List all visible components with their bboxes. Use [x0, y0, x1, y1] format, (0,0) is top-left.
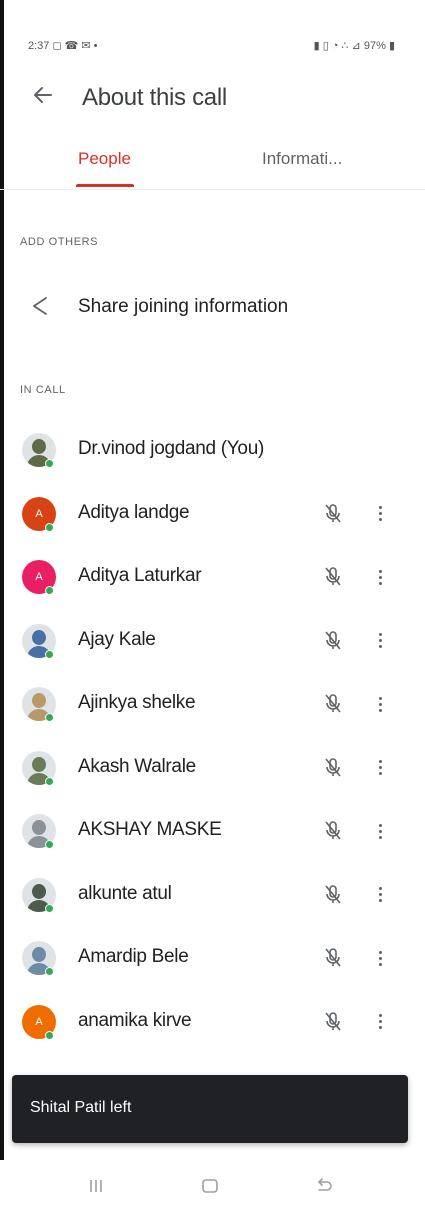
- status-right: ▮ ▯ ◔ ∴ ⊿ 97% ▮: [313, 39, 395, 52]
- participant-row[interactable]: Ajinkya shelke: [0, 678, 425, 742]
- participant-row[interactable]: Aanamika kirve: [0, 996, 425, 1060]
- section-label-add-others: ADD OTHERS: [20, 236, 99, 248]
- mic-off-icon: [322, 946, 344, 970]
- participant-row[interactable]: Dr.vinod jogdand (You): [0, 424, 425, 488]
- tab-active-indicator: [76, 184, 134, 187]
- avatar-photo-head: [32, 693, 46, 708]
- mic-off-icon: [322, 692, 344, 716]
- status-bar: 2:37 ◻ ☎ ✉ • ▮ ▯ ◔ ∴ ⊿ 97% ▮: [28, 34, 395, 56]
- presence-dot: [45, 459, 54, 468]
- more-options-icon[interactable]: [372, 629, 388, 653]
- presence-dot: [45, 1030, 54, 1040]
- presence-dot: [45, 713, 54, 722]
- snackbar-message: Shital Patil left: [30, 1099, 132, 1116]
- page-title: About this call: [82, 84, 227, 111]
- mic-off-icon: [322, 819, 344, 843]
- participant-row[interactable]: AKSHAY MASKE: [0, 805, 425, 869]
- share-joining-info-label: Share joining information: [78, 296, 289, 317]
- participant-row[interactable]: A Aditya landge: [0, 488, 425, 552]
- presence-dot: [45, 649, 54, 659]
- mic-off-icon: [322, 883, 344, 907]
- participant-name: Ajay Kale: [78, 628, 156, 650]
- participant-row[interactable]: Akash Walrale: [0, 742, 425, 806]
- participant-name: Dr.vinod jogdand (You): [78, 438, 264, 459]
- app-bar: About this call: [0, 70, 425, 126]
- avatar-photo-head: [32, 947, 46, 962]
- participant-row[interactable]: alkunte atul: [0, 869, 425, 933]
- participant-name: Amardip Bele: [78, 946, 189, 967]
- presence-dot: [45, 776, 54, 786]
- section-label-in-call: IN CALL: [20, 384, 66, 396]
- participant-name: Aditya Laturkar: [78, 565, 202, 586]
- avatar-photo-head: [32, 756, 46, 772]
- more-options-icon[interactable]: [372, 946, 388, 970]
- participant-name: Ajinkya shelke: [78, 692, 196, 713]
- participant-list: Dr.vinod jogdand (You) A Aditya landge A Adi…: [0, 424, 425, 1059]
- mic-off-icon: [322, 756, 344, 780]
- avatar-photo-head: [32, 883, 46, 899]
- more-options-icon[interactable]: [372, 565, 388, 589]
- participant-name: AKSHAY MASKE: [78, 819, 222, 840]
- mic-off-icon: [322, 502, 344, 526]
- more-options-icon[interactable]: [372, 692, 388, 716]
- tab-information[interactable]: Informati...: [262, 149, 342, 169]
- participant-name: Aditya landge: [78, 501, 190, 523]
- avatar-photo-head: [32, 820, 46, 835]
- home-icon[interactable]: [196, 1172, 224, 1200]
- tab-people[interactable]: People: [78, 149, 131, 169]
- presence-dot: [45, 840, 54, 849]
- more-options-icon[interactable]: [372, 756, 388, 780]
- mic-off-icon: [322, 629, 344, 653]
- presence-dot: [45, 522, 54, 532]
- participant-row[interactable]: Amardip Bele: [0, 932, 425, 996]
- status-left: 2:37 ◻ ☎ ✉ •: [28, 39, 98, 52]
- snackbar: Shital Patil left: [12, 1075, 408, 1143]
- more-options-icon[interactable]: [372, 819, 388, 843]
- participant-row[interactable]: Ajay Kale: [0, 615, 425, 679]
- avatar-photo-head: [32, 439, 46, 454]
- participant-name: Akash Walrale: [78, 755, 196, 777]
- presence-dot: [45, 967, 54, 976]
- participant-name: anamika kirve: [78, 1009, 192, 1031]
- share-icon: [28, 294, 52, 318]
- participant-name: alkunte atul: [78, 882, 172, 904]
- recent-apps-icon[interactable]: [82, 1172, 110, 1200]
- tab-bar: People Informati...: [0, 138, 425, 190]
- share-joining-info-row[interactable]: Share joining information: [0, 286, 425, 330]
- arrow-back-icon[interactable]: [30, 82, 56, 108]
- system-nav-bar: [0, 1160, 425, 1213]
- more-options-icon[interactable]: [372, 883, 388, 907]
- more-options-icon[interactable]: [372, 1010, 388, 1034]
- presence-dot: [45, 903, 54, 913]
- mic-off-icon: [322, 565, 344, 589]
- avatar-photo-head: [32, 629, 46, 645]
- participant-row[interactable]: A Aditya Laturkar: [0, 551, 425, 615]
- more-options-icon[interactable]: [372, 502, 388, 526]
- presence-dot: [45, 586, 54, 595]
- back-nav-icon[interactable]: [310, 1172, 338, 1200]
- mic-off-icon: [322, 1010, 344, 1034]
